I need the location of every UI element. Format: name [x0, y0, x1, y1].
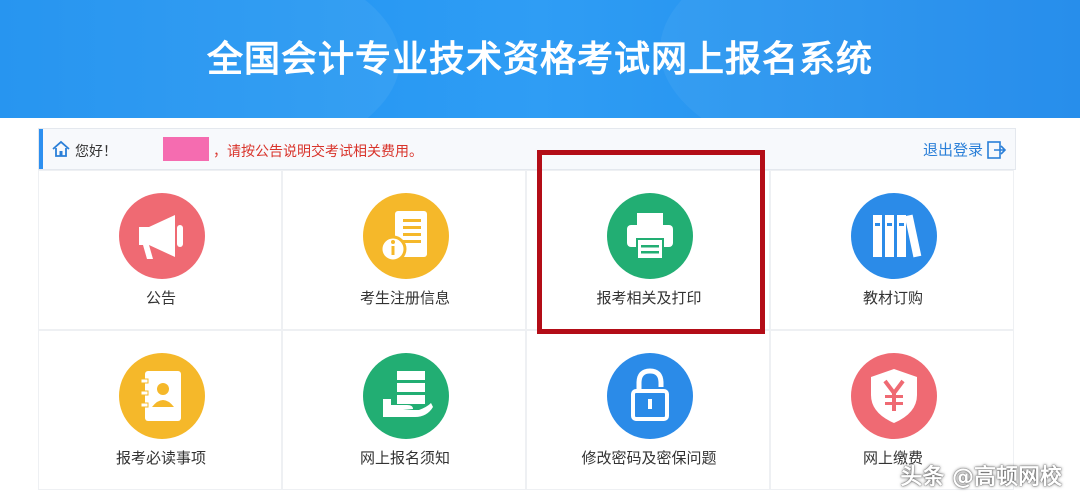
logout-link[interactable]: 退出登录: [923, 139, 1007, 160]
tile-label: 考生注册信息: [359, 289, 450, 307]
tile-label: 修改密码及密保问题: [581, 449, 717, 467]
notice-bar: 您好！ ，请按公告说明交考试相关费用。 退出登录: [38, 128, 1016, 170]
logout-icon: [987, 140, 1007, 159]
menu-grid: 公告 考生注册信息 报考相关及打印 教材订购 报考必读事项 网上报名须知 修改密…: [38, 170, 1016, 494]
tile-label: 报考相关及打印: [596, 289, 702, 307]
tile-must-read[interactable]: 报考必读事项: [38, 330, 282, 490]
payment-notice-text: ，请按公告说明交考试相关费用。: [213, 144, 423, 160]
tile-announcement[interactable]: 公告: [38, 170, 282, 330]
server-hand-icon: [363, 353, 449, 439]
tile-registration-print[interactable]: 报考相关及打印: [526, 170, 770, 330]
yen-shield-icon: [851, 353, 937, 439]
tile-label: 网上报名须知: [359, 449, 450, 467]
registration-system-page: 全国会计专业技术资格考试网上报名系统 您好！ ，请按公告说明交考试相关费用。 退…: [0, 0, 1080, 501]
tile-label: 公告: [145, 289, 176, 307]
tile-label: 报考必读事项: [115, 449, 206, 467]
tile-change-password[interactable]: 修改密码及密保问题: [526, 330, 770, 490]
logout-label: 退出登录: [922, 141, 983, 159]
watermark-text: 头条 @高顿网校: [900, 465, 1062, 490]
greeting-text: 您好！: [75, 144, 117, 160]
contact-book-icon: [119, 353, 205, 439]
redacted-username: [163, 137, 209, 161]
page-title: 全国会计专业技术资格考试网上报名系统: [206, 39, 873, 80]
printer-icon: [607, 193, 693, 279]
books-icon: [851, 193, 937, 279]
tile-online-notice[interactable]: 网上报名须知: [282, 330, 526, 490]
padlock-icon: [607, 353, 693, 439]
tile-candidate-info[interactable]: 考生注册信息: [282, 170, 526, 330]
header-banner: 全国会计专业技术资格考试网上报名系统: [0, 0, 1080, 118]
tile-textbook-order[interactable]: 教材订购: [770, 170, 1014, 330]
info-document-icon: [363, 193, 449, 279]
notice-accent: [39, 129, 43, 169]
megaphone-icon: [119, 193, 205, 279]
home-icon[interactable]: [51, 139, 71, 159]
tile-label: 教材订购: [862, 289, 923, 307]
